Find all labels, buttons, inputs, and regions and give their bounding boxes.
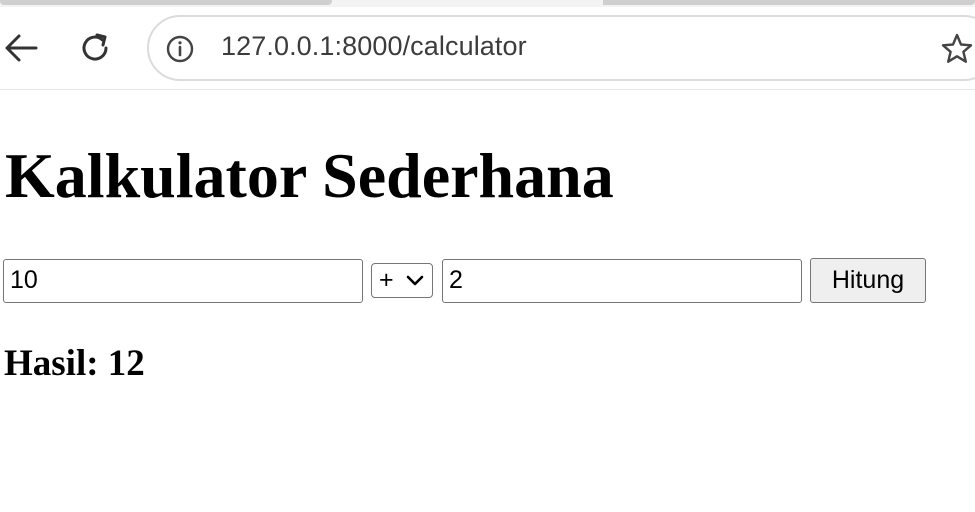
- address-bar[interactable]: 127.0.0.1:8000/calculator: [147, 15, 975, 81]
- site-info-icon[interactable]: [166, 35, 194, 63]
- reload-icon: [82, 33, 108, 61]
- browser-toolbar: 127.0.0.1:8000/calculator: [0, 0, 975, 90]
- tab-edge-right: [603, 0, 975, 5]
- tab-edge-left: [0, 0, 332, 5]
- url-text[interactable]: 127.0.0.1:8000/calculator: [221, 31, 527, 62]
- calculate-button[interactable]: Hitung: [810, 258, 926, 303]
- first-number-input[interactable]: 10: [3, 259, 363, 303]
- bookmark-star-icon[interactable]: [940, 32, 974, 66]
- tab-strip: [0, 0, 975, 7]
- back-arrow-icon: [5, 34, 38, 62]
- chevron-down-icon: [406, 275, 424, 286]
- back-button[interactable]: [0, 27, 42, 69]
- reload-button[interactable]: [74, 27, 116, 69]
- result-text: Hasil: 12: [4, 343, 145, 384]
- operator-select[interactable]: +: [371, 263, 433, 298]
- second-number-input[interactable]: 2: [442, 259, 802, 303]
- operator-value: +: [379, 266, 394, 294]
- page-title: Kalkulator Sederhana: [5, 140, 614, 211]
